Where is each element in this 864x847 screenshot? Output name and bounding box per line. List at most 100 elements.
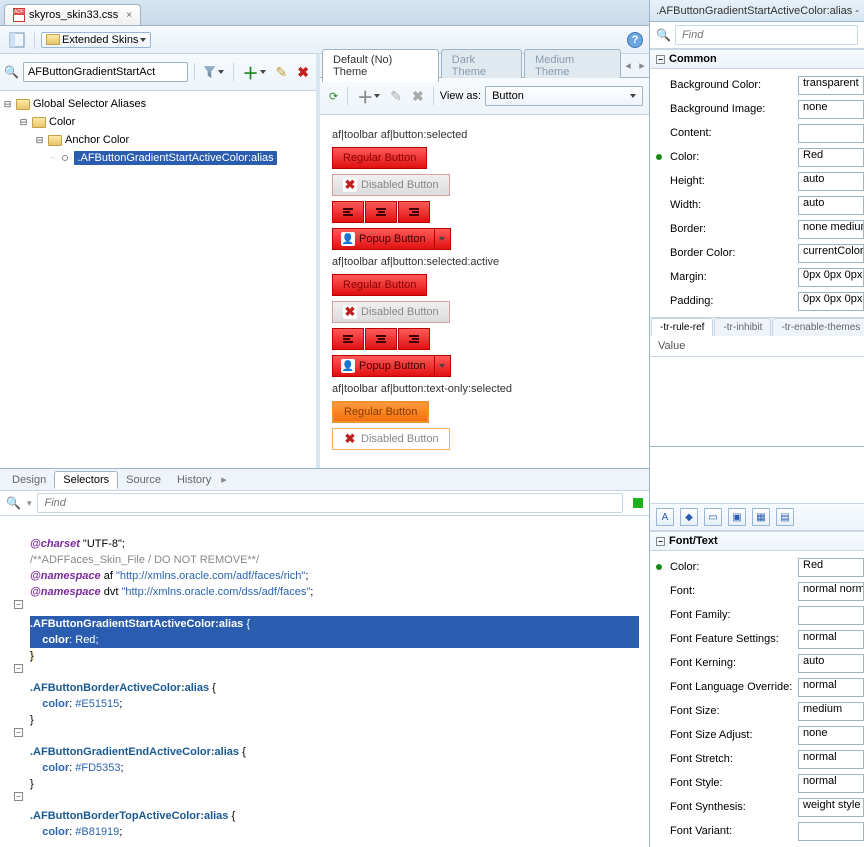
prop-font-synthesis[interactable]: weight style [798,798,864,817]
tab-history[interactable]: History [169,472,219,488]
tab-tr-inhibit[interactable]: -tr-inhibit [714,318,771,336]
tab-default-theme[interactable]: Default (No) Theme [322,49,439,82]
twisty-icon[interactable]: ⊟ [2,99,13,110]
properties-find-input[interactable] [675,25,858,45]
x-icon: ✖ [343,305,357,319]
add-button[interactable]: ＋ [240,57,269,87]
css-file-icon [13,8,25,22]
cat-icon-5[interactable]: ▦ [752,508,770,526]
delete-preview-button[interactable]: ✖ [409,85,427,108]
twisty-icon[interactable]: ⊟ [34,135,45,146]
prop-font-size[interactable]: medium [798,702,864,721]
modified-dot-icon [656,564,662,570]
prop-font-variant[interactable] [798,822,864,841]
preview-popup-button[interactable]: 👤Popup Button [332,355,637,377]
viewas-select[interactable]: Button [485,86,643,106]
filter-button[interactable] [201,63,227,81]
preview-regular-button[interactable]: Regular Button [332,274,427,296]
extended-skins-dropdown[interactable]: Extended Skins [41,32,151,48]
section-common[interactable]: − Common [650,49,864,69]
prop-font-color[interactable]: Red [798,558,864,577]
prop-font-stretch[interactable]: normal [798,750,864,769]
preview-body: af|toolbar af|button:selected Regular Bu… [320,115,649,468]
prop-margin[interactable]: 0px 0px 0px 0px [798,268,864,287]
close-icon[interactable]: × [126,10,132,21]
source-editor[interactable]: @charset "UTF-8"; /**ADFFaces_Skin_File … [0,516,649,847]
preview-align-group[interactable] [332,201,637,223]
prop-width[interactable]: auto [798,196,864,215]
pencil-icon: ✎ [276,64,288,81]
folder-icon [16,99,30,110]
cat-icon-4[interactable]: ▣ [728,508,746,526]
scroll-left-button[interactable]: ◂ [621,56,635,76]
refresh-button[interactable]: ⟳ [326,87,341,106]
prop-font-lang[interactable]: normal [798,678,864,697]
prop-padding[interactable]: 0px 0px 0px 0px [798,292,864,311]
prop-height[interactable]: auto [798,172,864,191]
add-preview-button[interactable]: ＋ [354,81,383,111]
tab-selectors[interactable]: Selectors [54,471,118,489]
preview-regular-button[interactable]: Regular Button [332,147,427,169]
chevron-down-icon [140,38,146,42]
extended-skins-label: Extended Skins [62,34,138,46]
chevron-down-icon [439,364,445,368]
refresh-icon: ⟳ [329,90,338,103]
delete-button[interactable]: ✖ [294,61,312,84]
tab-tr-enable-themes[interactable]: -tr-enable-themes [772,318,864,336]
help-icon[interactable]: ? [627,32,643,48]
collapse-icon[interactable]: − [656,537,665,546]
scroll-right-button[interactable]: ▸ [635,56,649,76]
prop-font-kerning[interactable]: auto [798,654,864,673]
plus-icon: ＋ [357,84,373,108]
prop-font-style[interactable]: normal [798,774,864,793]
prop-content[interactable] [798,124,864,143]
value-list[interactable] [650,357,864,447]
preview-popup-button[interactable]: 👤Popup Button [332,228,637,250]
property-category-icons: A ◆ ▭ ▣ ▦ ▤ [650,503,864,531]
file-tab[interactable]: skyros_skin33.css × [4,4,141,25]
fold-icon[interactable]: − [14,792,23,801]
prop-font[interactable]: normal normal [798,582,864,601]
cat-icon-1[interactable]: A [656,508,674,526]
folder-icon [48,135,62,146]
fold-icon[interactable]: − [14,600,23,609]
selector-tree[interactable]: ⊟ Global Selector Aliases ⊟ Color ⊟ Anch… [0,91,316,468]
pencil-icon: ✎ [390,88,402,105]
properties-title: .AFButtonGradientStartActiveColor:alias … [650,0,864,22]
preview-align-group[interactable] [332,328,637,350]
tab-overflow-icon[interactable]: ▸ [221,473,227,486]
prop-font-size-adjust[interactable]: none [798,726,864,745]
tree-node-selected[interactable]: .AFButtonGradientStartActiveColor:alias [74,151,276,165]
prop-font-feature[interactable]: normal [798,630,864,649]
tab-source[interactable]: Source [118,472,169,488]
folder-icon [46,34,60,45]
prop-bgcolor[interactable]: transparent [798,76,864,95]
fold-icon[interactable]: − [14,664,23,673]
edit-button[interactable]: ✎ [273,61,291,84]
cat-icon-2[interactable]: ◆ [680,508,698,526]
selector-search-input[interactable] [23,62,188,82]
collapse-icon[interactable]: − [656,55,665,64]
source-find-input[interactable] [37,493,623,513]
value-column-header: Value [650,336,864,357]
preview-disabled-button: ✖Disabled Button [332,301,450,323]
cat-icon-6[interactable]: ▤ [776,508,794,526]
prop-color[interactable]: Red [798,148,864,167]
tree-node-label: Global Selector Aliases [33,98,146,110]
edit-preview-button[interactable]: ✎ [387,85,405,108]
twisty-icon[interactable]: ⊟ [18,117,29,128]
prop-font-family[interactable] [798,606,864,625]
tab-tr-rule-ref[interactable]: -tr-rule-ref [651,318,713,336]
cat-icon-3[interactable]: ▭ [704,508,722,526]
prop-border-color[interactable]: currentColor currentColor [798,244,864,263]
toggle-tree-button[interactable] [6,29,28,51]
tr-tabs: -tr-rule-ref -tr-inhibit -tr-enable-them… [650,317,864,336]
fold-icon[interactable]: − [14,728,23,737]
prop-bgimage[interactable]: none [798,100,864,119]
prop-border[interactable]: none medium currentColor [798,220,864,239]
preview-regular-button[interactable]: Regular Button [332,401,429,423]
tab-design[interactable]: Design [4,472,54,488]
preview-disabled-button: ✖Disabled Button [332,174,450,196]
section-font-text[interactable]: − Font/Text [650,531,864,551]
viewas-label: View as: [440,90,481,102]
